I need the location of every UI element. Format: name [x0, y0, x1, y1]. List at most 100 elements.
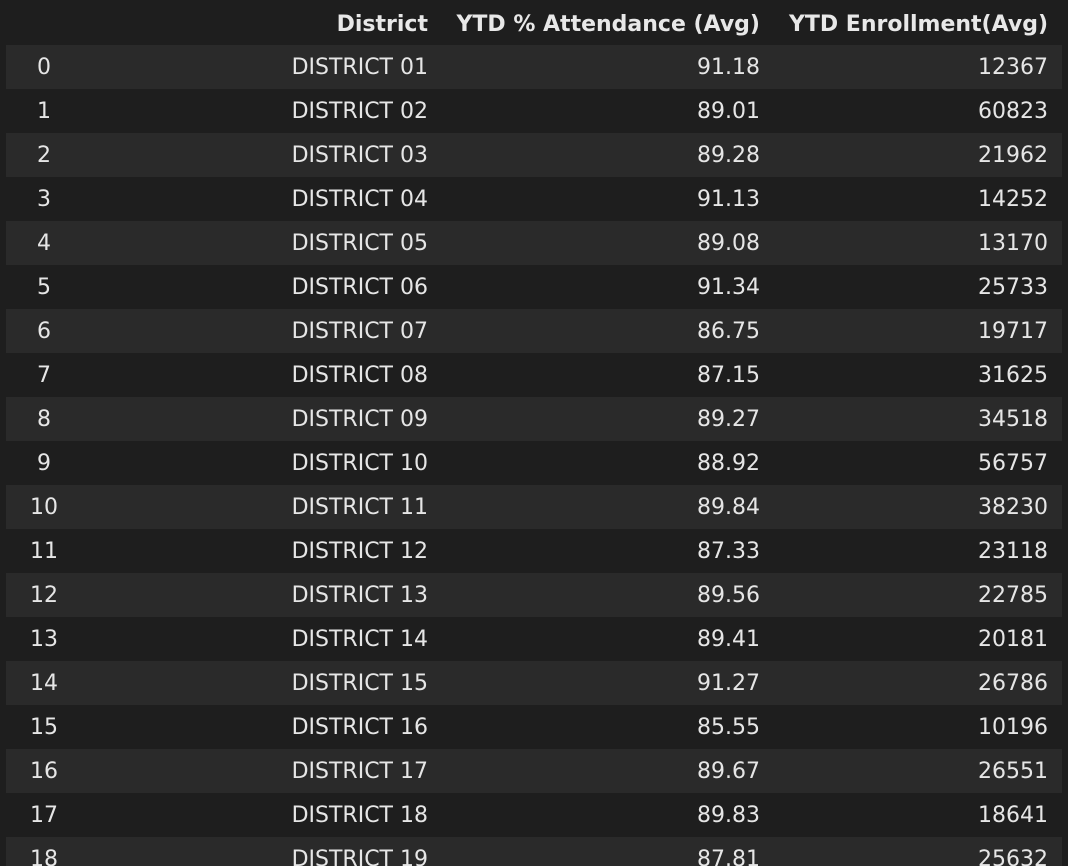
- district-cell: DISTRICT 06: [291, 274, 428, 300]
- attendance-cell: 91.34: [697, 274, 760, 300]
- row-index: 4: [37, 230, 51, 256]
- enrollment-cell: 21962: [978, 142, 1048, 168]
- row-index: 12: [30, 582, 58, 608]
- attendance-cell: 89.01: [697, 98, 760, 124]
- enrollment-cell: 22785: [978, 582, 1048, 608]
- attendance-cell: 89.83: [697, 802, 760, 828]
- table-row: 5 DISTRICT 06 91.34 25733: [6, 265, 1062, 309]
- attendance-cell: 91.27: [697, 670, 760, 696]
- district-cell: DISTRICT 17: [291, 758, 428, 784]
- enrollment-cell: 20181: [978, 626, 1048, 652]
- district-cell: DISTRICT 19: [291, 846, 428, 866]
- district-cell: DISTRICT 07: [291, 318, 428, 344]
- enrollment-cell: 26786: [978, 670, 1048, 696]
- enrollment-cell: 18641: [978, 802, 1048, 828]
- attendance-cell: 89.28: [697, 142, 760, 168]
- enrollment-cell: 31625: [978, 362, 1048, 388]
- table-body: 0 DISTRICT 01 91.18 12367 1 DISTRICT 02 89.01 6…: [6, 45, 1062, 866]
- attendance-cell: 86.75: [697, 318, 760, 344]
- table-row: 13 DISTRICT 14 89.41 20181: [6, 617, 1062, 661]
- attendance-cell: 89.67: [697, 758, 760, 784]
- attendance-cell: 85.55: [697, 714, 760, 740]
- enrollment-cell: 12367: [978, 54, 1048, 80]
- table-row: 9 DISTRICT 10 88.92 56757: [6, 441, 1062, 485]
- district-cell: DISTRICT 14: [291, 626, 428, 652]
- enrollment-cell: 19717: [978, 318, 1048, 344]
- attendance-cell: 89.41: [697, 626, 760, 652]
- enrollment-cell: 26551: [978, 758, 1048, 784]
- district-cell: DISTRICT 03: [291, 142, 428, 168]
- enrollment-cell: 38230: [978, 494, 1048, 520]
- district-cell: DISTRICT 18: [291, 802, 428, 828]
- attendance-cell: 89.56: [697, 582, 760, 608]
- table-row: 0 DISTRICT 01 91.18 12367: [6, 45, 1062, 89]
- table-row: 18 DISTRICT 19 87.81 25632: [6, 837, 1062, 866]
- enrollment-cell: 56757: [978, 450, 1048, 476]
- row-index: 15: [30, 714, 58, 740]
- attendance-cell: 89.27: [697, 406, 760, 432]
- table-row: 12 DISTRICT 13 89.56 22785: [6, 573, 1062, 617]
- row-index: 9: [37, 450, 51, 476]
- row-index: 1: [37, 98, 51, 124]
- enrollment-cell: 25632: [978, 846, 1048, 866]
- district-cell: DISTRICT 16: [291, 714, 428, 740]
- attendance-cell: 87.81: [697, 846, 760, 866]
- row-index: 7: [37, 362, 51, 388]
- dataframe-table: District YTD % Attendance (Avg) YTD Enro…: [6, 3, 1062, 866]
- district-cell: DISTRICT 11: [291, 494, 428, 520]
- row-index: 13: [30, 626, 58, 652]
- district-cell: DISTRICT 12: [291, 538, 428, 564]
- district-header: District: [82, 3, 442, 45]
- row-index: 0: [37, 54, 51, 80]
- district-cell: DISTRICT 04: [291, 186, 428, 212]
- attendance-cell: 89.84: [697, 494, 760, 520]
- attendance-cell: 87.15: [697, 362, 760, 388]
- district-cell: DISTRICT 15: [291, 670, 428, 696]
- table-row: 7 DISTRICT 08 87.15 31625: [6, 353, 1062, 397]
- district-cell: DISTRICT 09: [291, 406, 428, 432]
- district-cell: DISTRICT 02: [291, 98, 428, 124]
- table-header: District YTD % Attendance (Avg) YTD Enro…: [6, 3, 1062, 45]
- enrollment-cell: 60823: [978, 98, 1048, 124]
- row-index: 6: [37, 318, 51, 344]
- table-row: 8 DISTRICT 09 89.27 34518: [6, 397, 1062, 441]
- district-cell: DISTRICT 10: [291, 450, 428, 476]
- dataframe-output[interactable]: District YTD % Attendance (Avg) YTD Enro…: [0, 0, 1068, 866]
- table-row: 3 DISTRICT 04 91.13 14252: [6, 177, 1062, 221]
- row-index: 3: [37, 186, 51, 212]
- attendance-cell: 91.13: [697, 186, 760, 212]
- table-row: 10 DISTRICT 11 89.84 38230: [6, 485, 1062, 529]
- row-index: 5: [37, 274, 51, 300]
- row-index: 18: [30, 846, 58, 866]
- table-row: 2 DISTRICT 03 89.28 21962: [6, 133, 1062, 177]
- table-row: 6 DISTRICT 07 86.75 19717: [6, 309, 1062, 353]
- enrollment-cell: 25733: [978, 274, 1048, 300]
- district-cell: DISTRICT 05: [291, 230, 428, 256]
- attendance-header: YTD % Attendance (Avg): [442, 3, 774, 45]
- enrollment-header: YTD Enrollment(Avg): [774, 3, 1062, 45]
- row-index: 10: [30, 494, 58, 520]
- row-index: 11: [30, 538, 58, 564]
- row-index: 14: [30, 670, 58, 696]
- row-index: 8: [37, 406, 51, 432]
- index-header: [6, 3, 82, 45]
- attendance-cell: 91.18: [697, 54, 760, 80]
- row-index: 16: [30, 758, 58, 784]
- table-row: 11 DISTRICT 12 87.33 23118: [6, 529, 1062, 573]
- table-row: 15 DISTRICT 16 85.55 10196: [6, 705, 1062, 749]
- attendance-cell: 88.92: [697, 450, 760, 476]
- district-cell: DISTRICT 01: [291, 54, 428, 80]
- attendance-cell: 89.08: [697, 230, 760, 256]
- enrollment-cell: 23118: [978, 538, 1048, 564]
- enrollment-cell: 10196: [978, 714, 1048, 740]
- row-index: 17: [30, 802, 58, 828]
- attendance-cell: 87.33: [697, 538, 760, 564]
- table-row: 16 DISTRICT 17 89.67 26551: [6, 749, 1062, 793]
- row-index: 2: [37, 142, 51, 168]
- enrollment-cell: 13170: [978, 230, 1048, 256]
- enrollment-cell: 34518: [978, 406, 1048, 432]
- table-row: 1 DISTRICT 02 89.01 60823: [6, 89, 1062, 133]
- table-row: 4 DISTRICT 05 89.08 13170: [6, 221, 1062, 265]
- table-row: 14 DISTRICT 15 91.27 26786: [6, 661, 1062, 705]
- enrollment-cell: 14252: [978, 186, 1048, 212]
